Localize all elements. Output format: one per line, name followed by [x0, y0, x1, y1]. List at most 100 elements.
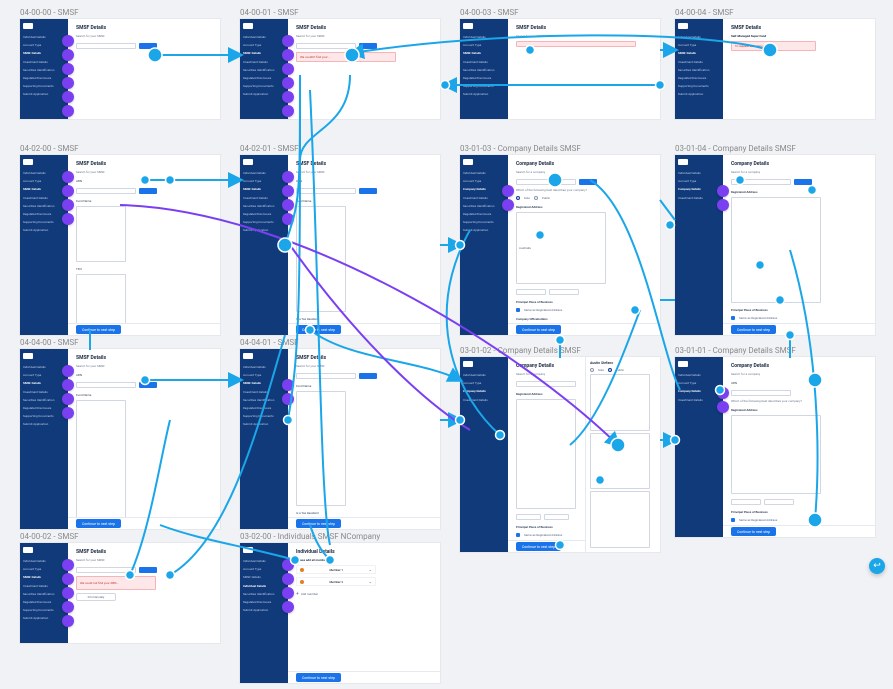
- search-input[interactable]: [731, 179, 791, 185]
- screen-card[interactable]: Individual Details Account Type SMSF Det…: [240, 155, 440, 335]
- address-input[interactable]: [731, 197, 821, 303]
- frame-03-01-02[interactable]: 03-01-02 - Company Details SMSF Individu…: [460, 346, 660, 552]
- checkbox-row[interactable]: Same as Registered Address: [731, 316, 867, 320]
- radio-option[interactable]: Public: [542, 196, 550, 200]
- main-panel: Company Details Search for a company Reg…: [723, 155, 875, 335]
- abn-input[interactable]: [296, 373, 356, 379]
- radio-option[interactable]: Sole: [524, 196, 530, 200]
- address-input[interactable]: [731, 415, 821, 494]
- radio-option[interactable]: Public: [616, 368, 624, 372]
- frame-04-00-04[interactable]: 04-00-04 - SMSF Individual Details Accou…: [675, 8, 875, 119]
- screen-card[interactable]: Individual Details Account Type SMSF Det…: [240, 19, 440, 119]
- continue-button[interactable]: Continue to next step: [76, 519, 121, 528]
- search-input[interactable]: [516, 179, 576, 185]
- search-button[interactable]: [359, 43, 377, 49]
- screen-card[interactable]: Individual Details Account Type SMSF Det…: [240, 543, 440, 683]
- abn-input[interactable]: [76, 382, 136, 388]
- tfn-input[interactable]: [76, 274, 126, 330]
- screen-card[interactable]: Individual Details Account Type SMSF Det…: [20, 19, 220, 119]
- fund-name-input[interactable]: [296, 391, 346, 506]
- checkbox-icon[interactable]: [516, 533, 520, 537]
- member-row[interactable]: Member 2⌄: [296, 577, 376, 586]
- prototype-canvas[interactable]: 04-00-00 - SMSF Individual Details Accou…: [0, 0, 893, 689]
- checkbox-icon[interactable]: [731, 316, 735, 320]
- continue-button[interactable]: Continue to next step: [296, 325, 341, 334]
- continue-button[interactable]: Continue to next step: [516, 325, 561, 334]
- state-input[interactable]: [731, 499, 761, 505]
- frame-04-04-01[interactable]: 04-04-01 - SMSF Individual Details Accou…: [240, 338, 440, 529]
- screen-card[interactable]: Individual Details Account Type SMSF Det…: [675, 19, 875, 119]
- frame-03-01-04[interactable]: 03-01-04 - Company Details SMSF Individu…: [675, 144, 875, 335]
- checkbox-row[interactable]: Same as Registered Address: [516, 308, 652, 312]
- continue-button[interactable]: Continue to next step: [76, 325, 121, 334]
- abn-input[interactable]: [76, 188, 136, 194]
- search-button[interactable]: [139, 382, 157, 388]
- abn-input[interactable]: [76, 567, 136, 573]
- checkbox-row[interactable]: Same as Registered Address: [516, 533, 580, 537]
- search-button[interactable]: [139, 43, 157, 49]
- search-input[interactable]: [296, 43, 356, 49]
- fund-name-input[interactable]: [76, 206, 126, 262]
- continue-button[interactable]: Continue to next step: [731, 325, 776, 334]
- member-row[interactable]: Member 1⌄: [296, 565, 376, 574]
- radio-group[interactable]: Sole Public: [516, 196, 652, 200]
- page-heading: Company Details: [731, 363, 867, 369]
- checkbox-icon[interactable]: [516, 308, 520, 312]
- search-button[interactable]: [139, 188, 157, 194]
- frame-04-02-01[interactable]: 04-02-01 - SMSF Individual Details Accou…: [240, 144, 440, 335]
- continue-button[interactable]: Continue to next step: [296, 673, 341, 682]
- screen-card[interactable]: Individual Details Account Type Company …: [460, 357, 660, 552]
- drawer-input[interactable]: [590, 433, 650, 490]
- screen-card[interactable]: Individual Details Account Type SMSF Det…: [240, 349, 440, 529]
- screen-card[interactable]: Individual Details Account Type SMSF Det…: [20, 155, 220, 335]
- frame-04-00-01[interactable]: 04-00-01 - SMSF Individual Details Accou…: [240, 8, 440, 119]
- drawer-input[interactable]: [590, 491, 650, 548]
- frame-03-01-01[interactable]: 03-01-01 - Company Details SMSF Individu…: [675, 346, 875, 537]
- search-input[interactable]: [76, 43, 136, 49]
- feedback-fab-button[interactable]: [869, 558, 885, 574]
- drawer-input[interactable]: [590, 374, 650, 431]
- continue-button[interactable]: Continue to next step: [731, 527, 776, 536]
- fill-manually-button[interactable]: Fill manually: [76, 593, 116, 601]
- screen-card[interactable]: Individual Details Account Type Company …: [675, 155, 875, 335]
- search-button[interactable]: [794, 179, 812, 185]
- screen-card[interactable]: Individual Details Account Type SMSF Det…: [20, 349, 220, 529]
- radio-option[interactable]: Sole: [598, 368, 604, 372]
- frame-04-02-00[interactable]: 04-02-00 - SMSF Individual Details Accou…: [20, 144, 220, 335]
- nav-item: Submit Application: [243, 422, 285, 426]
- continue-button[interactable]: Continue to next step: [296, 519, 341, 528]
- screen-card[interactable]: Individual Details Account Type SMSF Det…: [20, 543, 220, 643]
- screen-card[interactable]: Individual Details Account Type Company …: [675, 357, 875, 537]
- fund-name-input[interactable]: [296, 206, 346, 312]
- abn-input[interactable]: [731, 390, 791, 396]
- nav-item: Submit Application: [23, 92, 65, 96]
- checkbox-row[interactable]: Same as Registered Address: [731, 518, 867, 522]
- search-button[interactable]: [579, 179, 597, 185]
- app-logo: [678, 159, 688, 165]
- radio-group[interactable]: Sole Public: [590, 368, 656, 372]
- state-input[interactable]: [516, 289, 546, 295]
- frame-03-01-03[interactable]: 03-01-03 - Company Details SMSF Individu…: [460, 144, 660, 335]
- frame-04-00-02[interactable]: 04-00-02 - SMSF Individual Details Accou…: [20, 532, 220, 643]
- fund-name-input[interactable]: [76, 400, 126, 523]
- frame-04-00-00[interactable]: 04-00-00 - SMSF Individual Details Accou…: [20, 8, 220, 119]
- address-input[interactable]: [516, 399, 576, 509]
- state-input[interactable]: [516, 514, 541, 520]
- search-input[interactable]: [516, 381, 576, 387]
- search-button[interactable]: [139, 567, 157, 573]
- screen-card[interactable]: Individual Details Account Type SMSF Det…: [460, 19, 660, 119]
- postcode-input[interactable]: [544, 514, 569, 520]
- address-input[interactable]: Australia: [516, 212, 606, 284]
- abn-input[interactable]: [296, 188, 356, 194]
- postcode-input[interactable]: [764, 499, 794, 505]
- frame-04-00-03[interactable]: 04-00-03 - SMSF Individual Details Accou…: [460, 8, 660, 119]
- postcode-input[interactable]: [549, 289, 579, 295]
- frame-03-02-00[interactable]: 03-02-00 - Individuals SMSF NCompany Ind…: [240, 532, 440, 683]
- continue-button[interactable]: Continue to next step: [516, 542, 561, 551]
- search-button[interactable]: [359, 373, 377, 379]
- frame-04-04-00[interactable]: 04-04-00 - SMSF Individual Details Accou…: [20, 338, 220, 529]
- screen-card[interactable]: Individual Details Account Type Company …: [460, 155, 660, 335]
- add-member-button[interactable]: +Add member: [296, 591, 432, 597]
- checkbox-icon[interactable]: [731, 518, 735, 522]
- search-button[interactable]: [359, 188, 377, 194]
